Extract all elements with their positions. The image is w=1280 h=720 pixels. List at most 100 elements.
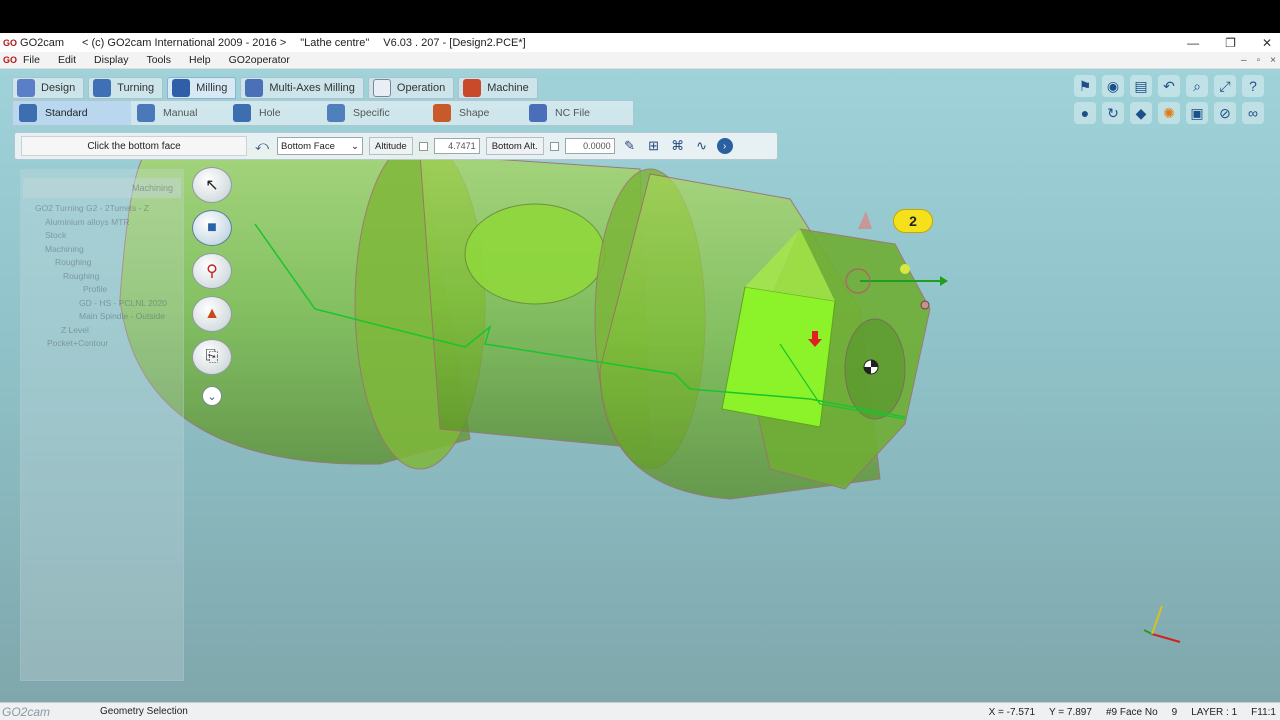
pipette-icon[interactable]: ✎ xyxy=(621,137,639,155)
tree-item[interactable]: Profile xyxy=(21,283,183,297)
tree-item[interactable]: GO2 Turning G2 - 2Turrets - Z xyxy=(21,202,183,216)
curve-select-icon[interactable]: ∿ xyxy=(693,137,711,155)
undo-view-icon[interactable]: ↶ xyxy=(1158,75,1180,97)
next-arrow-icon[interactable]: › xyxy=(716,138,733,154)
visibility-icon[interactable]: ◉ xyxy=(1102,75,1124,97)
menu-help[interactable]: Help xyxy=(189,54,211,66)
version-file: V6.03 . 207 - [Design2.PCE*] xyxy=(383,36,526,49)
face-tool-button[interactable]: ■ xyxy=(192,210,232,246)
tab-milling[interactable]: Milling xyxy=(167,77,237,99)
zoom-fit-icon[interactable]: ⤢ xyxy=(1214,75,1236,97)
tool-select-button[interactable]: ⚲ xyxy=(192,253,232,289)
restore-button[interactable]: ❐ xyxy=(1225,36,1236,50)
status-face: #9 Face No xyxy=(1105,706,1158,718)
face-type-select[interactable]: Bottom Face ⌄ xyxy=(277,137,363,155)
workshop-tabs: Design Turning Milling Multi-Axes Millin… xyxy=(12,77,538,99)
tree-item[interactable]: Machining xyxy=(21,243,183,257)
status-layer: LAYER : 1 xyxy=(1191,706,1238,718)
layers-icon[interactable]: ▤ xyxy=(1130,75,1152,97)
status-bar: GO2cam Geometry Selection X = -7.571 Y =… xyxy=(0,702,1280,720)
mdi-close-button[interactable]: × xyxy=(1270,55,1276,66)
glasses-icon[interactable]: ∞ xyxy=(1242,102,1264,124)
bottom-alt-input[interactable]: 0.0000 xyxy=(564,138,615,154)
app-name: GO2cam xyxy=(20,36,65,49)
minimize-button[interactable]: — xyxy=(1187,36,1199,50)
tab-machine[interactable]: Machine xyxy=(458,77,538,99)
frame-icon[interactable]: ▣ xyxy=(1186,102,1208,124)
pick-face-icon[interactable]: ⤺ xyxy=(253,137,271,155)
tab-operation[interactable]: Operation xyxy=(367,77,455,99)
clipboard-button[interactable]: ⎘ xyxy=(192,339,232,375)
altitude-checkbox[interactable] xyxy=(418,141,428,151)
menu-go2operator[interactable]: GO2operator xyxy=(229,54,290,66)
menu-edit[interactable]: Edit xyxy=(58,54,76,66)
tab-design[interactable]: Design xyxy=(12,77,85,99)
render-icon[interactable]: ● xyxy=(1074,102,1096,124)
subtab-manual[interactable]: Manual xyxy=(131,101,227,125)
cube-icon: ■ xyxy=(207,219,217,236)
tab-turning[interactable]: Turning xyxy=(88,77,164,99)
tree-item[interactable]: Pocket+Contour xyxy=(21,337,183,351)
help-icon[interactable]: ? xyxy=(1242,75,1264,97)
display-mode-icon[interactable]: ⚑ xyxy=(1074,75,1096,97)
menu-display[interactable]: Display xyxy=(94,54,128,66)
bottom-alt-button[interactable]: Bottom Alt. xyxy=(485,137,544,155)
expand-palette-button[interactable]: ⌄ xyxy=(202,386,222,406)
tree-item[interactable]: GD - HS - PCLNL 2020 xyxy=(21,297,183,311)
grid-select-icon[interactable]: ⊞ xyxy=(645,137,663,155)
window-controls: — ❐ ✕ xyxy=(1187,33,1272,52)
bottom-alt-checkbox[interactable] xyxy=(549,141,559,151)
menu-tools[interactable]: Tools xyxy=(146,54,171,66)
gizmo-arrow-green xyxy=(940,276,948,286)
status-mode: Geometry Selection xyxy=(100,706,188,717)
altitude-input[interactable]: 4.7471 xyxy=(433,138,480,154)
tree-item[interactable]: Aluminium alloys MTR xyxy=(21,216,183,230)
subtab-specific[interactable]: Specific xyxy=(321,101,427,125)
tree-item[interactable]: Z Level xyxy=(21,324,183,338)
cutting-params-button[interactable]: ▲ xyxy=(192,296,232,332)
status-coordinates: X = -7.571 Y = 7.897 #9 Face No 9 LAYER … xyxy=(989,703,1276,720)
plane-icon[interactable]: ◆ xyxy=(1130,102,1152,124)
rotate-view-icon[interactable]: ↻ xyxy=(1102,102,1124,124)
standard-icon xyxy=(19,104,37,122)
menu-logo: GO xyxy=(3,55,18,65)
tree-item[interactable]: Roughing xyxy=(21,256,183,270)
tree-item[interactable]: Main Spindle - Outside xyxy=(21,310,183,324)
3d-viewport[interactable]: Design Turning Milling Multi-Axes Millin… xyxy=(0,69,1280,702)
multi-select-icon[interactable]: ⌘ xyxy=(669,137,687,155)
subtab-nc-file[interactable]: NC File xyxy=(523,101,623,125)
axis-triad xyxy=(1143,605,1181,643)
milling-subtabs: Standard Manual Hole Specific Shape NC F… xyxy=(12,100,634,126)
title-bar: GO GO2cam < (c) GO2cam International 200… xyxy=(0,33,1280,52)
shading-icon[interactable]: ✺ xyxy=(1158,102,1180,124)
nc-file-icon xyxy=(529,104,547,122)
close-button[interactable]: ✕ xyxy=(1262,36,1272,50)
menu-file[interactable]: File xyxy=(23,54,40,66)
app-logo: GO xyxy=(3,37,18,48)
subtab-hole[interactable]: Hole xyxy=(227,101,321,125)
clipboard-icon: ⎘ xyxy=(205,348,219,365)
mdi-restore-button[interactable]: ▫ xyxy=(1257,55,1261,66)
tree-item[interactable]: Stock xyxy=(21,229,183,243)
tab-multi-axes-milling[interactable]: Multi-Axes Milling xyxy=(240,77,364,99)
status-scale: F11:1 xyxy=(1251,706,1276,718)
mdi-minimize-button[interactable]: – xyxy=(1241,55,1247,66)
chevron-down-icon: ⌄ xyxy=(351,140,359,152)
step-badge: 2 xyxy=(893,209,933,233)
section-icon[interactable]: ⊘ xyxy=(1214,102,1236,124)
menu-bar: GO File Edit Display Tools Help GO2opera… xyxy=(0,52,1280,69)
chevron-down-icon: ⌄ xyxy=(207,390,217,403)
status-y: Y = 7.897 xyxy=(1049,706,1092,718)
tree-item[interactable]: Roughing xyxy=(21,270,183,284)
pointer-tool-button[interactable]: ↖ xyxy=(192,167,232,203)
view-toolbar: ⚑ ◉ ▤ ↶ ⌕ ⤢ ? ● ↻ ◆ ✺ ▣ ⊘ ∞ xyxy=(1074,75,1266,124)
subtab-standard[interactable]: Standard xyxy=(13,101,131,125)
part-pocket xyxy=(464,203,606,305)
multi-axes-icon xyxy=(245,79,264,97)
tool-icon: ⚲ xyxy=(206,263,218,280)
status-x: X = -7.571 xyxy=(988,706,1036,718)
altitude-button[interactable]: Altitude xyxy=(369,137,413,155)
tree-header: Machining xyxy=(23,178,181,198)
zoom-icon[interactable]: ⌕ xyxy=(1186,75,1208,97)
subtab-shape[interactable]: Shape xyxy=(427,101,523,125)
